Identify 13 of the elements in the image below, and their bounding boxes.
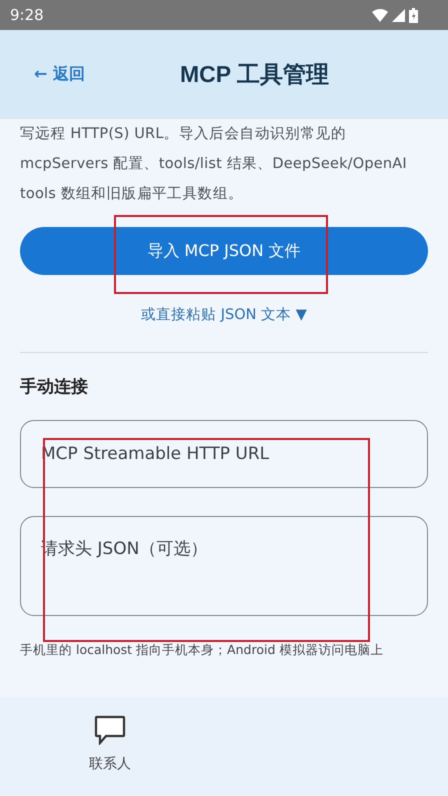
page-title: MCP 工具管理 <box>180 60 330 88</box>
status-time: 9:28 <box>10 6 44 24</box>
back-link[interactable]: ← 返回 <box>34 64 85 84</box>
battery-icon <box>409 8 418 22</box>
import-button[interactable]: 导入 MCP JSON 文件 <box>20 227 428 275</box>
chat-bubble-icon[interactable] <box>94 715 126 745</box>
paste-json-link[interactable]: 或直接粘贴 JSON 文本 ▼ <box>141 305 307 324</box>
signal-icon <box>392 8 405 22</box>
wifi-icon <box>372 8 388 22</box>
section-heading: 手动连接 <box>20 376 89 398</box>
hint-text: 手机里的 localhost 指向手机本身；Android 模拟器访问电脑上 <box>20 642 384 659</box>
nav-label[interactable]: 联系人 <box>89 755 131 773</box>
intro-text: 写远程 HTTP(S) URL。导入后会自动识别常见的 mcpServers 配置、tools/list 结果、DeepSeek/OpenAI tools 数组和旧版扁平工具数组。 <box>20 125 408 204</box>
